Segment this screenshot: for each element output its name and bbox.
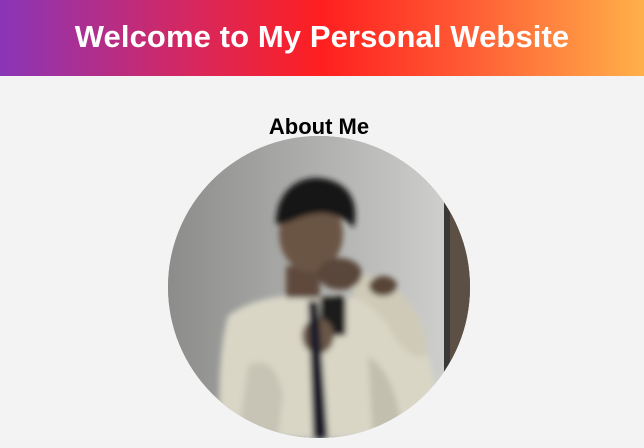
profile-photo [168,136,470,438]
profile-photo-image [168,136,470,438]
site-header: Welcome to My Personal Website [0,0,644,76]
site-title: Welcome to My Personal Website [74,19,570,54]
